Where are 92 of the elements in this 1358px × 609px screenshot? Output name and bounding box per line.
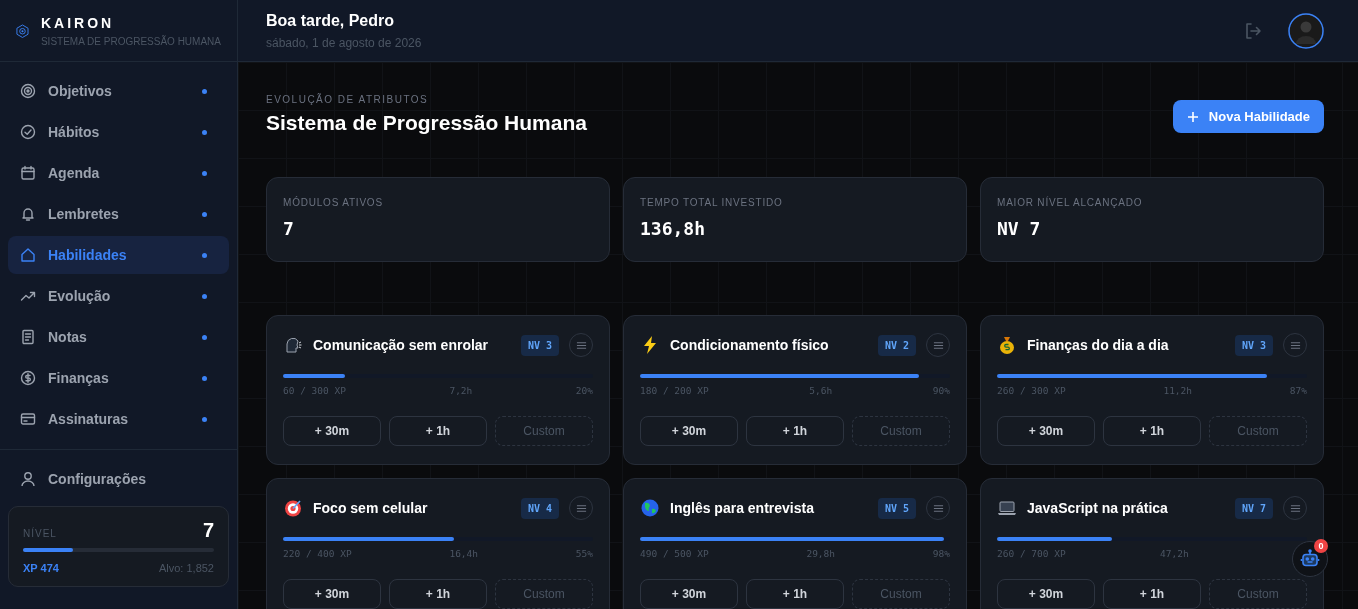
money-bag-icon (997, 335, 1017, 355)
level-badge: NV 5 (877, 497, 916, 519)
xp-count: 260 / 700 XP (997, 548, 1066, 559)
stat-label: MAIOR NÍVEL ALCANÇADO (997, 197, 1144, 208)
laptop-icon (997, 498, 1017, 518)
calendar-icon (20, 165, 36, 181)
xp-count: 490 / 500 XP (640, 548, 709, 559)
progress-percent: 87% (1289, 385, 1307, 396)
dollar-icon (20, 370, 36, 386)
globe-icon (640, 498, 660, 518)
sidebar-item[interactable]: Hábitos (8, 113, 229, 151)
current-date: sábado, 1 de agosto de 2026 (266, 35, 423, 50)
skill-name: Inglês para entrevista (670, 500, 815, 516)
notification-badge: 0 (1314, 539, 1328, 553)
add-time-button[interactable]: + 30m (997, 416, 1095, 446)
check-circle-icon (20, 124, 36, 140)
add-time-button[interactable]: + 30m (283, 579, 381, 609)
level-badge: NV 7 (1234, 497, 1273, 519)
avatar[interactable] (1288, 12, 1324, 49)
level-value: 7 (202, 519, 214, 542)
xp-amount: XP 474 (23, 562, 59, 574)
sidebar-item[interactable]: Notas (8, 318, 229, 356)
xp-count: 60 / 300 XP (283, 385, 346, 396)
level-badge: NV 4 (520, 497, 559, 519)
add-time-button[interactable]: + 1h (1103, 579, 1201, 609)
menu-icon (575, 339, 587, 351)
brand-name: KAIRON (40, 14, 116, 31)
stat-value: 136,8h (640, 218, 707, 239)
time-invested: 5,6h (809, 385, 833, 396)
page-title: Sistema de Progressão Humana (266, 111, 587, 135)
time-invested: 29,8h (806, 548, 836, 559)
menu-icon (575, 502, 587, 514)
add-time-button[interactable]: + 30m (997, 579, 1095, 609)
skill-name: Comunicação sem enrolar (313, 337, 490, 353)
brand-tagline: SISTEMA DE PROGRESSÃO HUMANA (40, 35, 221, 47)
target-icon (20, 83, 36, 99)
sidebar-item[interactable]: Lembretes (8, 195, 229, 233)
stat-value: NV 7 (997, 218, 1042, 239)
section-eyebrow: EVOLUÇÃO DE ATRIBUTOS (266, 94, 430, 105)
stat-value: 7 (283, 218, 295, 239)
stat-label: TEMPO TOTAL INVESTIDO (640, 197, 784, 208)
level-badge: NV 2 (877, 334, 916, 356)
xp-count: 220 / 400 XP (283, 548, 352, 559)
xp-count: 260 / 300 XP (997, 385, 1066, 396)
menu-icon (1289, 502, 1301, 514)
add-time-button[interactable]: + 1h (746, 579, 844, 609)
skill-name: Foco sem celular (313, 500, 429, 516)
stat-label: MÓDULOS ATIVOS (283, 197, 384, 208)
progress-percent: 20% (575, 385, 593, 396)
level-badge: NV 3 (1234, 334, 1273, 356)
document-icon (20, 329, 36, 345)
time-invested: 16,4h (449, 548, 479, 559)
add-time-button[interactable]: + 30m (283, 416, 381, 446)
greeting: Boa tarde, Pedro (266, 11, 396, 30)
robot-icon (1300, 549, 1320, 569)
progress-percent: 98% (932, 548, 950, 559)
new-skill-button[interactable]: Nova Habilidade (1172, 100, 1324, 133)
level-badge: NV 3 (520, 334, 559, 356)
add-time-button[interactable]: + 30m (640, 416, 738, 446)
progress-percent: 55% (575, 548, 593, 559)
house-icon (20, 247, 36, 263)
sidebar-item[interactable]: Finanças (8, 359, 229, 397)
xp-count: 180 / 200 XP (640, 385, 709, 396)
xp-target: Alvo: 1,852 (158, 562, 214, 574)
logout-icon[interactable] (1244, 21, 1262, 40)
skill-name: JavaScript na prática (1027, 500, 1169, 516)
add-time-button[interactable]: + 30m (640, 579, 738, 609)
user-icon (20, 471, 36, 487)
time-invested: 7,2h (449, 385, 473, 396)
level-label: NÍVEL (23, 528, 57, 539)
menu-icon (1289, 339, 1301, 351)
sidebar-item[interactable]: Habilidades (8, 236, 229, 274)
speaking-head-icon (283, 335, 303, 355)
target-icon (283, 498, 303, 518)
add-time-button[interactable]: + 1h (389, 579, 487, 609)
sidebar-item[interactable]: Evolução (8, 277, 229, 315)
menu-icon (932, 502, 944, 514)
skill-name: Condicionamento físico (670, 337, 830, 353)
bell-icon (20, 206, 36, 222)
time-invested: 47,2h (1160, 548, 1189, 559)
time-invested: 11,2h (1163, 385, 1193, 396)
add-time-button[interactable]: + 1h (746, 416, 844, 446)
sidebar-item[interactable]: Assinaturas (8, 400, 229, 438)
skill-name: Finanças do dia a dia (1027, 337, 1170, 353)
plus-icon (1186, 110, 1199, 123)
settings-item[interactable]: Configurações (8, 460, 229, 498)
sidebar-item[interactable]: Agenda (8, 154, 229, 192)
add-time-button[interactable]: + 1h (389, 416, 487, 446)
add-time-button[interactable]: + 1h (1103, 416, 1201, 446)
menu-icon (932, 339, 944, 351)
sidebar-item[interactable]: Objetivos (8, 72, 229, 110)
credit-card-icon (20, 411, 36, 427)
